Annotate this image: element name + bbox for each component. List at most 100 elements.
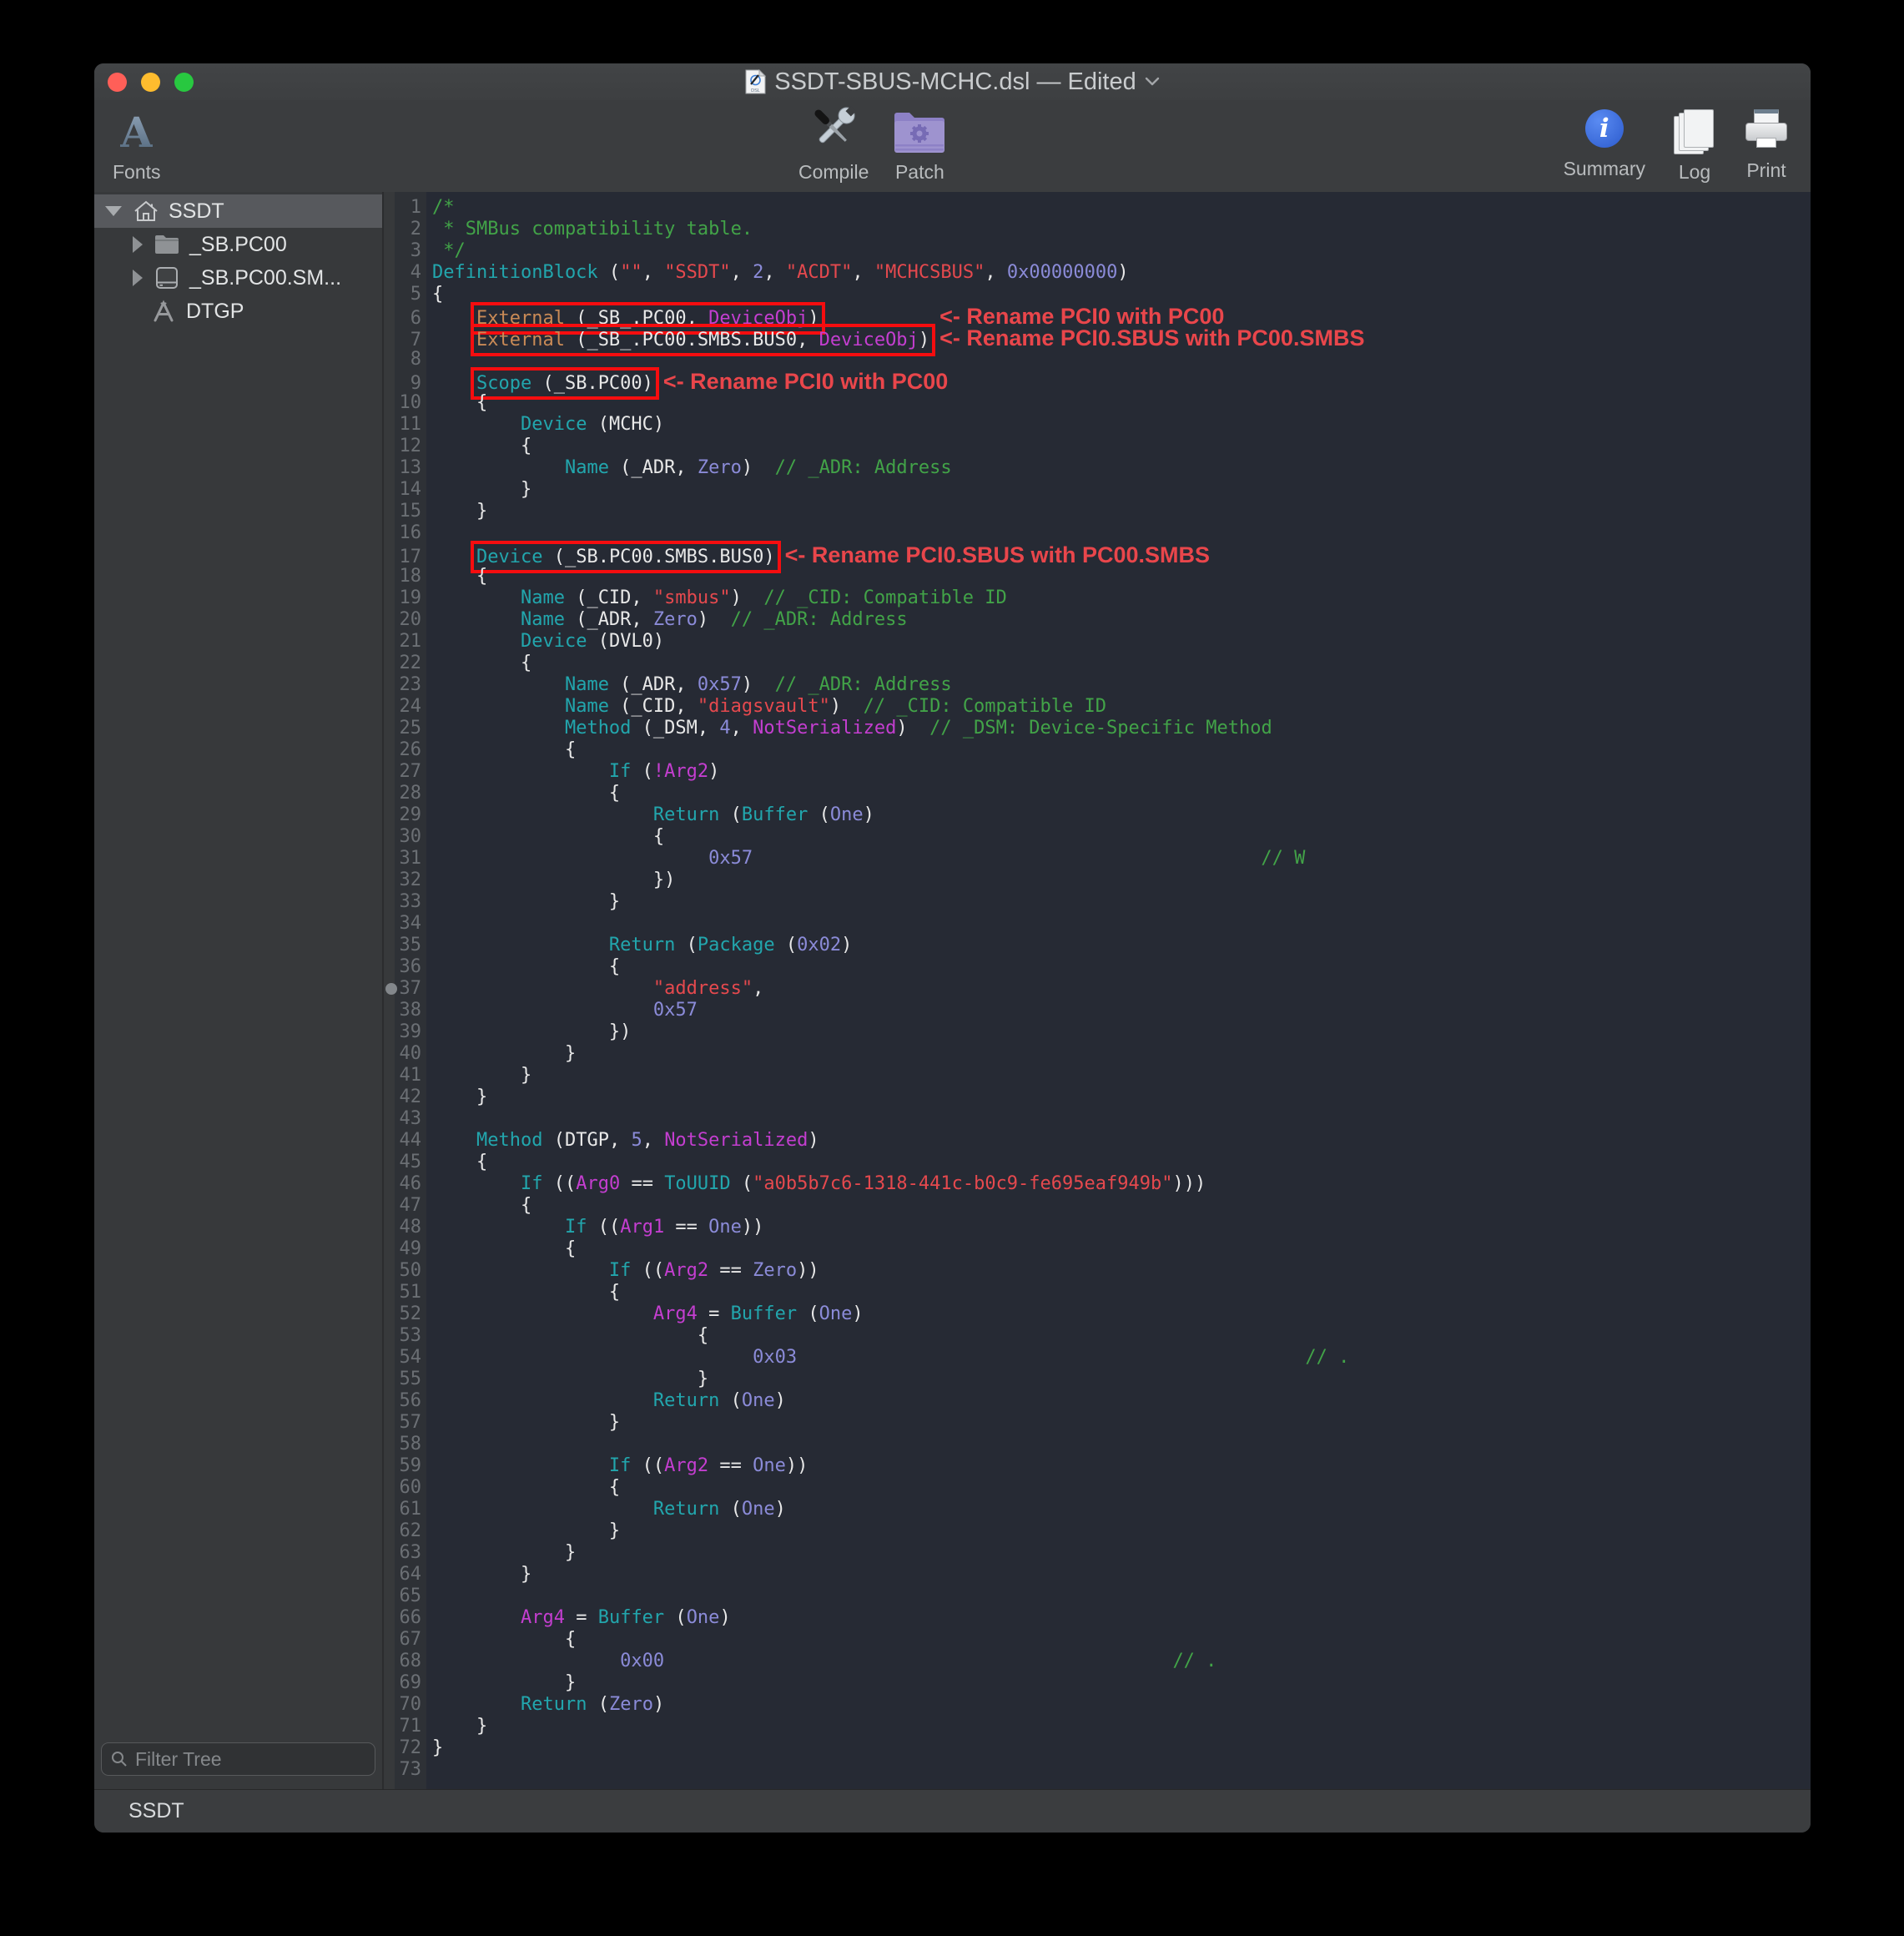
code-line[interactable]: 26 { [382, 739, 1811, 761]
method-icon [149, 300, 178, 323]
code-line[interactable]: 62 } [382, 1520, 1811, 1542]
code-line[interactable]: 45 { [382, 1152, 1811, 1173]
line-number: 48 [382, 1217, 426, 1238]
code-line[interactable]: 60 { [382, 1477, 1811, 1499]
line-number: 63 [382, 1542, 426, 1564]
line-number: 44 [382, 1130, 426, 1152]
code-line[interactable]: 64 } [382, 1564, 1811, 1586]
code-line[interactable]: 40 } [382, 1043, 1811, 1065]
code-line[interactable]: 72} [382, 1737, 1811, 1759]
patch-button[interactable]: Patch [892, 101, 947, 184]
code-line[interactable]: 25 Method (_DSM, 4, NotSerialized) // _D… [382, 718, 1811, 739]
code-line[interactable]: 16 [382, 522, 1811, 544]
code-line[interactable]: 11 Device (MCHC) [382, 414, 1811, 436]
code-line[interactable]: 46 If ((Arg0 == ToUUID ("a0b5b7c6-1318-4… [382, 1173, 1811, 1195]
code-line[interactable]: 49 { [382, 1238, 1811, 1260]
code-line[interactable]: 6 External (_SB_.PC00, DeviceObj) <- Ren… [382, 305, 1811, 327]
sidebar-item-sb-pc00[interactable]: _SB.PC00 [94, 228, 382, 261]
code-line[interactable]: 70 Return (Zero) [382, 1694, 1811, 1716]
code-line[interactable]: 31 0x57 // W [382, 848, 1811, 870]
code-line[interactable]: 2 * SMBus compatibility table. [382, 219, 1811, 240]
code-line[interactable]: 41 } [382, 1065, 1811, 1086]
summary-button[interactable]: i Summary [1564, 109, 1645, 184]
code-editor[interactable]: 1/*2 * SMBus compatibility table.3 */4De… [382, 192, 1811, 1790]
code-line[interactable]: 8 [382, 349, 1811, 371]
code-line[interactable]: 32 }) [382, 870, 1811, 891]
code-line[interactable]: 37 "address", [382, 978, 1811, 1000]
status-scope-label: SSDT [128, 1799, 184, 1823]
print-button[interactable]: Print [1744, 109, 1789, 184]
log-button[interactable]: Log [1674, 109, 1715, 184]
code-line[interactable]: 67 { [382, 1629, 1811, 1651]
code-line[interactable]: 36 { [382, 956, 1811, 978]
code-line[interactable]: 28 { [382, 783, 1811, 804]
code-line[interactable]: 66 Arg4 = Buffer (One) [382, 1607, 1811, 1629]
code-line[interactable]: 34 [382, 913, 1811, 935]
code-line[interactable]: 9 Scope (_SB.PC00)<- Rename PCI0 with PC… [382, 371, 1811, 392]
code-line[interactable]: 59 If ((Arg2 == One)) [382, 1455, 1811, 1477]
fonts-button[interactable]: A Fonts [113, 109, 161, 184]
code-line[interactable]: 58 [382, 1434, 1811, 1455]
code-line[interactable]: 44 Method (DTGP, 5, NotSerialized) [382, 1130, 1811, 1152]
code-line[interactable]: 53 { [382, 1325, 1811, 1347]
code-line[interactable]: 5{ [382, 284, 1811, 305]
code-line[interactable]: 73 [382, 1759, 1811, 1781]
code-line[interactable]: 51 { [382, 1282, 1811, 1303]
code-line[interactable]: 39 }) [382, 1021, 1811, 1043]
code-line[interactable]: 43 [382, 1108, 1811, 1130]
patch-folder-icon [892, 101, 947, 156]
code-line[interactable]: 47 { [382, 1195, 1811, 1217]
code-line[interactable]: 10 { [382, 392, 1811, 414]
sidebar-item-dtgp[interactable]: DTGP [94, 295, 382, 328]
code-line[interactable]: 33 } [382, 891, 1811, 913]
code-line[interactable]: 42 } [382, 1086, 1811, 1108]
document-proxy-icon[interactable]: DSL [745, 69, 766, 94]
code-line[interactable]: 21 Device (DVL0) [382, 631, 1811, 653]
line-number: 26 [382, 739, 426, 761]
code-line[interactable]: 54 0x03 // . [382, 1347, 1811, 1369]
code-line[interactable]: 1/* [382, 197, 1811, 219]
code-line[interactable]: 19 Name (_CID, "smbus") // _CID: Compati… [382, 587, 1811, 609]
code-line[interactable]: 55 } [382, 1369, 1811, 1390]
sidebar-item-ssdt[interactable]: SSDT [94, 194, 382, 228]
code-line[interactable]: 3 */ [382, 240, 1811, 262]
filter-tree-input[interactable] [101, 1742, 375, 1776]
line-number: 46 [382, 1173, 426, 1195]
code-line[interactable]: 20 Name (_ADR, Zero) // _ADR: Address [382, 609, 1811, 631]
line-number: 32 [382, 870, 426, 891]
code-line[interactable]: 65 [382, 1586, 1811, 1607]
code-line[interactable]: 24 Name (_CID, "diagsvault") // _CID: Co… [382, 696, 1811, 718]
code-line[interactable]: 22 { [382, 653, 1811, 674]
code-line[interactable]: 7 External (_SB_.PC00.SMBS.BUS0, DeviceO… [382, 327, 1811, 349]
code-line[interactable]: 50 If ((Arg2 == Zero)) [382, 1260, 1811, 1282]
code-line[interactable]: 12 { [382, 436, 1811, 457]
code-line[interactable]: 23 Name (_ADR, 0x57) // _ADR: Address [382, 674, 1811, 696]
rename-annotation: <- Rename PCI0.SBUS with PC00.SMBS [785, 542, 1210, 567]
code-line[interactable]: 18 { [382, 566, 1811, 587]
disclosure-collapsed-icon[interactable] [133, 236, 143, 253]
code-line[interactable]: 30 { [382, 826, 1811, 848]
code-line[interactable]: 71 } [382, 1716, 1811, 1737]
disclosure-expanded-icon[interactable] [105, 206, 122, 216]
compile-button[interactable]: Compile [798, 101, 869, 184]
code-line[interactable]: 68 0x00 // . [382, 1651, 1811, 1672]
code-line[interactable]: 48 If ((Arg1 == One)) [382, 1217, 1811, 1238]
code-line[interactable]: 35 Return (Package (0x02) [382, 935, 1811, 956]
sidebar-item-sb-pc00-sm[interactable]: _SB.PC00.SM... [94, 261, 382, 295]
code-line[interactable]: 27 If (!Arg2) [382, 761, 1811, 783]
code-line[interactable]: 56 Return (One) [382, 1390, 1811, 1412]
disclosure-collapsed-icon[interactable] [133, 270, 143, 286]
code-line[interactable]: 63 } [382, 1542, 1811, 1564]
code-line[interactable]: 14 } [382, 479, 1811, 501]
code-line[interactable]: 61 Return (One) [382, 1499, 1811, 1520]
code-line[interactable]: 29 Return (Buffer (One) [382, 804, 1811, 826]
title-chevron-down-icon[interactable] [1145, 77, 1160, 87]
code-line[interactable]: 4DefinitionBlock ("", "SSDT", 2, "ACDT",… [382, 262, 1811, 284]
code-line[interactable]: 38 0x57 [382, 1000, 1811, 1021]
code-line[interactable]: 15 } [382, 501, 1811, 522]
code-line[interactable]: 69 } [382, 1672, 1811, 1694]
code-line[interactable]: 13 Name (_ADR, Zero) // _ADR: Address [382, 457, 1811, 479]
code-line[interactable]: 17 Device (_SB.PC00.SMBS.BUS0)<- Rename … [382, 544, 1811, 566]
code-line[interactable]: 57 } [382, 1412, 1811, 1434]
code-line[interactable]: 52 Arg4 = Buffer (One) [382, 1303, 1811, 1325]
